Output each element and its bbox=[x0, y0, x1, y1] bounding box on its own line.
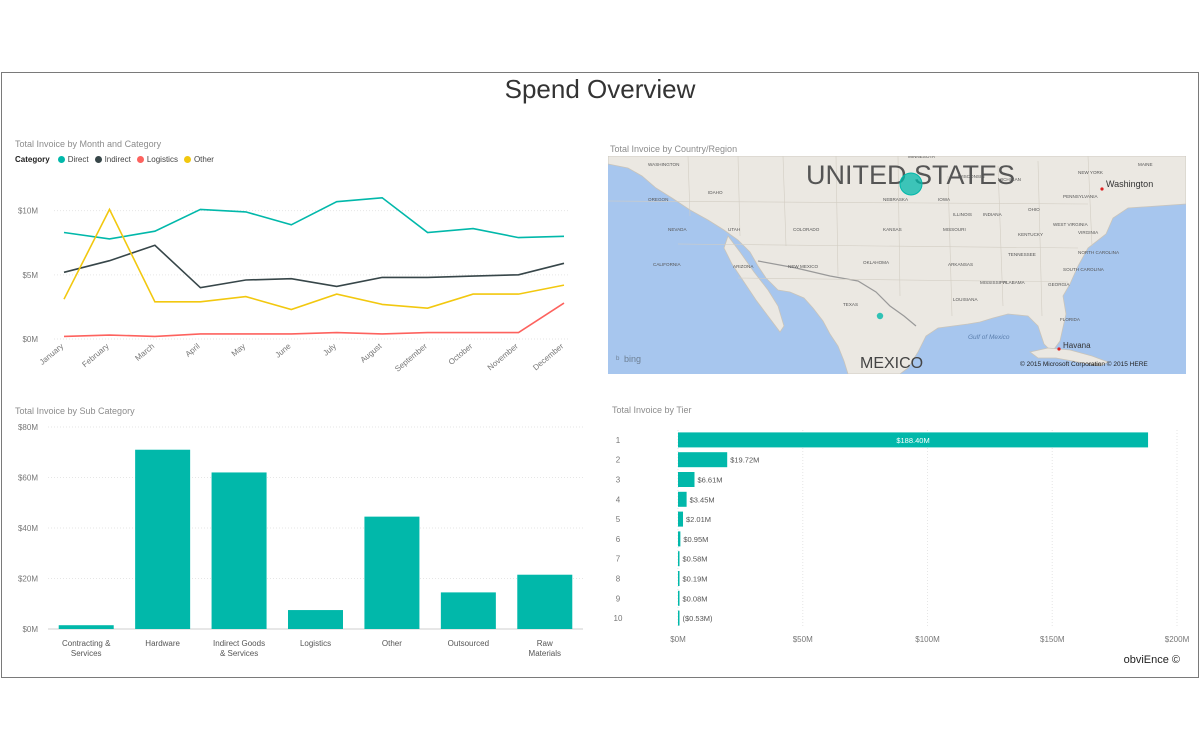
tier-bar-9[interactable] bbox=[678, 590, 680, 606]
data-label: $0.95M bbox=[683, 535, 708, 544]
x-tick-label: $0M bbox=[670, 635, 686, 644]
tier-bar-7[interactable] bbox=[678, 551, 680, 567]
y-category-label: 1 bbox=[616, 436, 621, 445]
y-category-label: 2 bbox=[616, 456, 621, 465]
y-category-label: 4 bbox=[616, 495, 621, 504]
y-category-label: 9 bbox=[616, 594, 621, 603]
data-label: $2.01M bbox=[686, 515, 711, 524]
y-category-label: 8 bbox=[616, 575, 621, 584]
data-label: $0.08M bbox=[683, 594, 708, 603]
tier-bar-4[interactable] bbox=[678, 491, 687, 507]
tier-bar-8[interactable] bbox=[678, 571, 680, 586]
tier-bar-5[interactable] bbox=[678, 511, 684, 527]
y-category-label: 5 bbox=[616, 515, 621, 524]
tier-chart[interactable]: $0M $50M $100M $150M $200M 1 $188.40M 2 $19.72M 3… bbox=[0, 0, 1200, 750]
x-tick-label: $150M bbox=[1040, 635, 1065, 644]
y-category-label: 10 bbox=[614, 614, 623, 623]
x-tick-label: $200M bbox=[1165, 635, 1190, 644]
tier-bar-6[interactable] bbox=[678, 531, 681, 547]
brand-footer: obviEnce © bbox=[1123, 654, 1180, 666]
tier-bar-2[interactable] bbox=[678, 452, 728, 468]
data-label: $188.40M bbox=[896, 436, 929, 445]
data-label: $6.61M bbox=[697, 476, 722, 485]
data-label: $3.45M bbox=[690, 495, 715, 504]
y-category-label: 7 bbox=[616, 555, 621, 564]
data-label: $0.19M bbox=[683, 575, 708, 584]
tier-bar-3[interactable] bbox=[678, 472, 695, 487]
y-category-label: 6 bbox=[616, 535, 621, 544]
x-tick-label: $50M bbox=[793, 635, 813, 644]
data-label: $0.58M bbox=[683, 555, 708, 564]
data-label: ($0.53M) bbox=[683, 614, 714, 623]
x-tick-label: $100M bbox=[915, 635, 940, 644]
data-label: $19.72M bbox=[730, 456, 759, 465]
tier-bar-10[interactable] bbox=[678, 610, 680, 626]
y-category-label: 3 bbox=[616, 476, 621, 485]
